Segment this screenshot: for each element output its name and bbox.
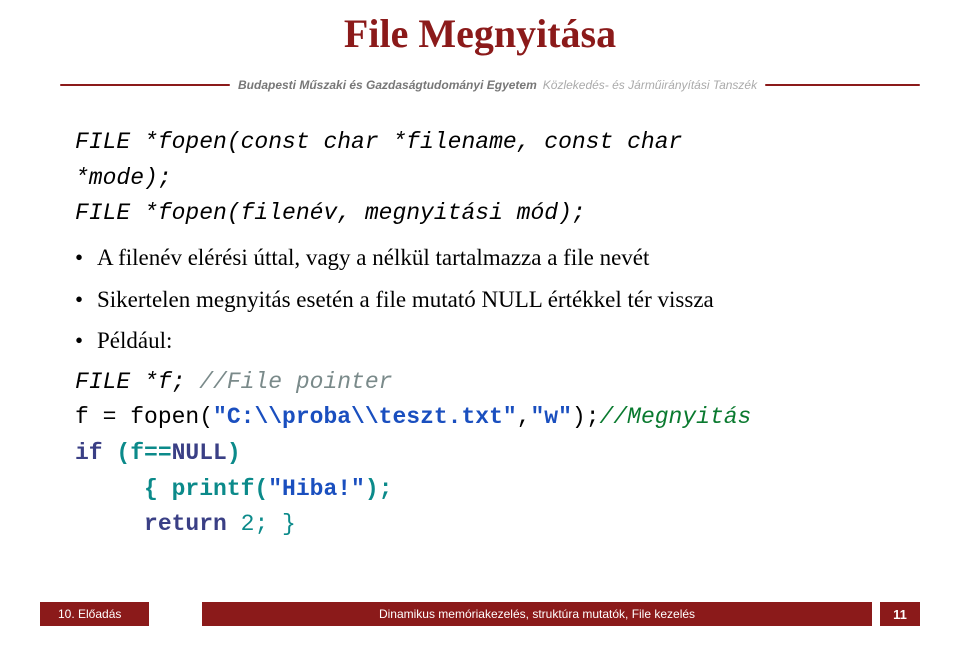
bullet-list: A filenév elérési úttal, vagy a nélkül t… [75, 240, 890, 359]
code-4a: { printf( [75, 476, 268, 502]
fopen-signature-line1b: *mode); [75, 161, 890, 197]
code-2e: ); [572, 404, 600, 430]
bullet-3: Például: [75, 323, 890, 359]
code-4b-string: "Hiba!" [268, 476, 365, 502]
code-line-5: return 2; } [75, 507, 890, 543]
fopen-signature-line1: FILE *fopen(const char *filename, const … [75, 125, 890, 161]
code-line-2: f = fopen("C:\\proba\\teszt.txt","w");//… [75, 400, 890, 436]
code-2c: , [517, 404, 531, 430]
fopen-signature-2a: FILE *fopen [75, 200, 227, 226]
header-band: Budapesti Műszaki és Gazdaságtudományi E… [0, 75, 960, 95]
header-rule-right [765, 84, 920, 86]
footer-left: 10. Előadás [40, 602, 149, 626]
code-3c-null: NULL [172, 440, 227, 466]
code-example: FILE *f; //File pointer f = fopen("C:\\p… [75, 365, 890, 543]
code-2f-comment: //Megnyitás [600, 404, 752, 430]
university-name: Budapesti Műszaki és Gazdaságtudományi E… [238, 78, 537, 92]
code-1b-comment: //File pointer [199, 369, 392, 395]
fopen-signature-line2: FILE *fopen(filenév, megnyitási mód); [75, 196, 890, 232]
code-3d: ) [227, 440, 241, 466]
code-2d-string: "w" [531, 404, 572, 430]
footer: 10. Előadás Dinamikus memóriakezelés, st… [0, 602, 960, 628]
code-line-1: FILE *f; //File pointer [75, 365, 890, 401]
department-name: Közlekedés- és Járműirányítási Tanszék [543, 78, 757, 92]
code-4c: ); [365, 476, 393, 502]
header-rule-left [60, 84, 230, 86]
code-5c: 2; } [227, 511, 296, 537]
code-3b: (f== [103, 440, 172, 466]
bullet-2: Sikertelen megnyitás esetén a file mutat… [75, 282, 890, 318]
bullet-1: A filenév elérési úttal, vagy a nélkül t… [75, 240, 890, 276]
code-3a-if: if [75, 440, 103, 466]
code-line-4: { printf("Hiba!"); [75, 472, 890, 508]
slide-title: File Megnyitása [0, 0, 960, 57]
code-5b-return: return [144, 511, 227, 537]
footer-page-number: 11 [880, 602, 920, 626]
content-area: FILE *fopen(const char *filename, const … [0, 95, 960, 543]
code-2a: f = fopen( [75, 404, 213, 430]
code-2b-string: "C:\\proba\\teszt.txt" [213, 404, 517, 430]
footer-center: Dinamikus memóriakezelés, struktúra muta… [202, 602, 872, 626]
code-line-3: if (f==NULL) [75, 436, 890, 472]
code-1a: FILE *f; [75, 369, 199, 395]
fopen-signature-2b: (filenév, megnyitási mód); [227, 200, 586, 226]
code-5a [75, 511, 144, 537]
